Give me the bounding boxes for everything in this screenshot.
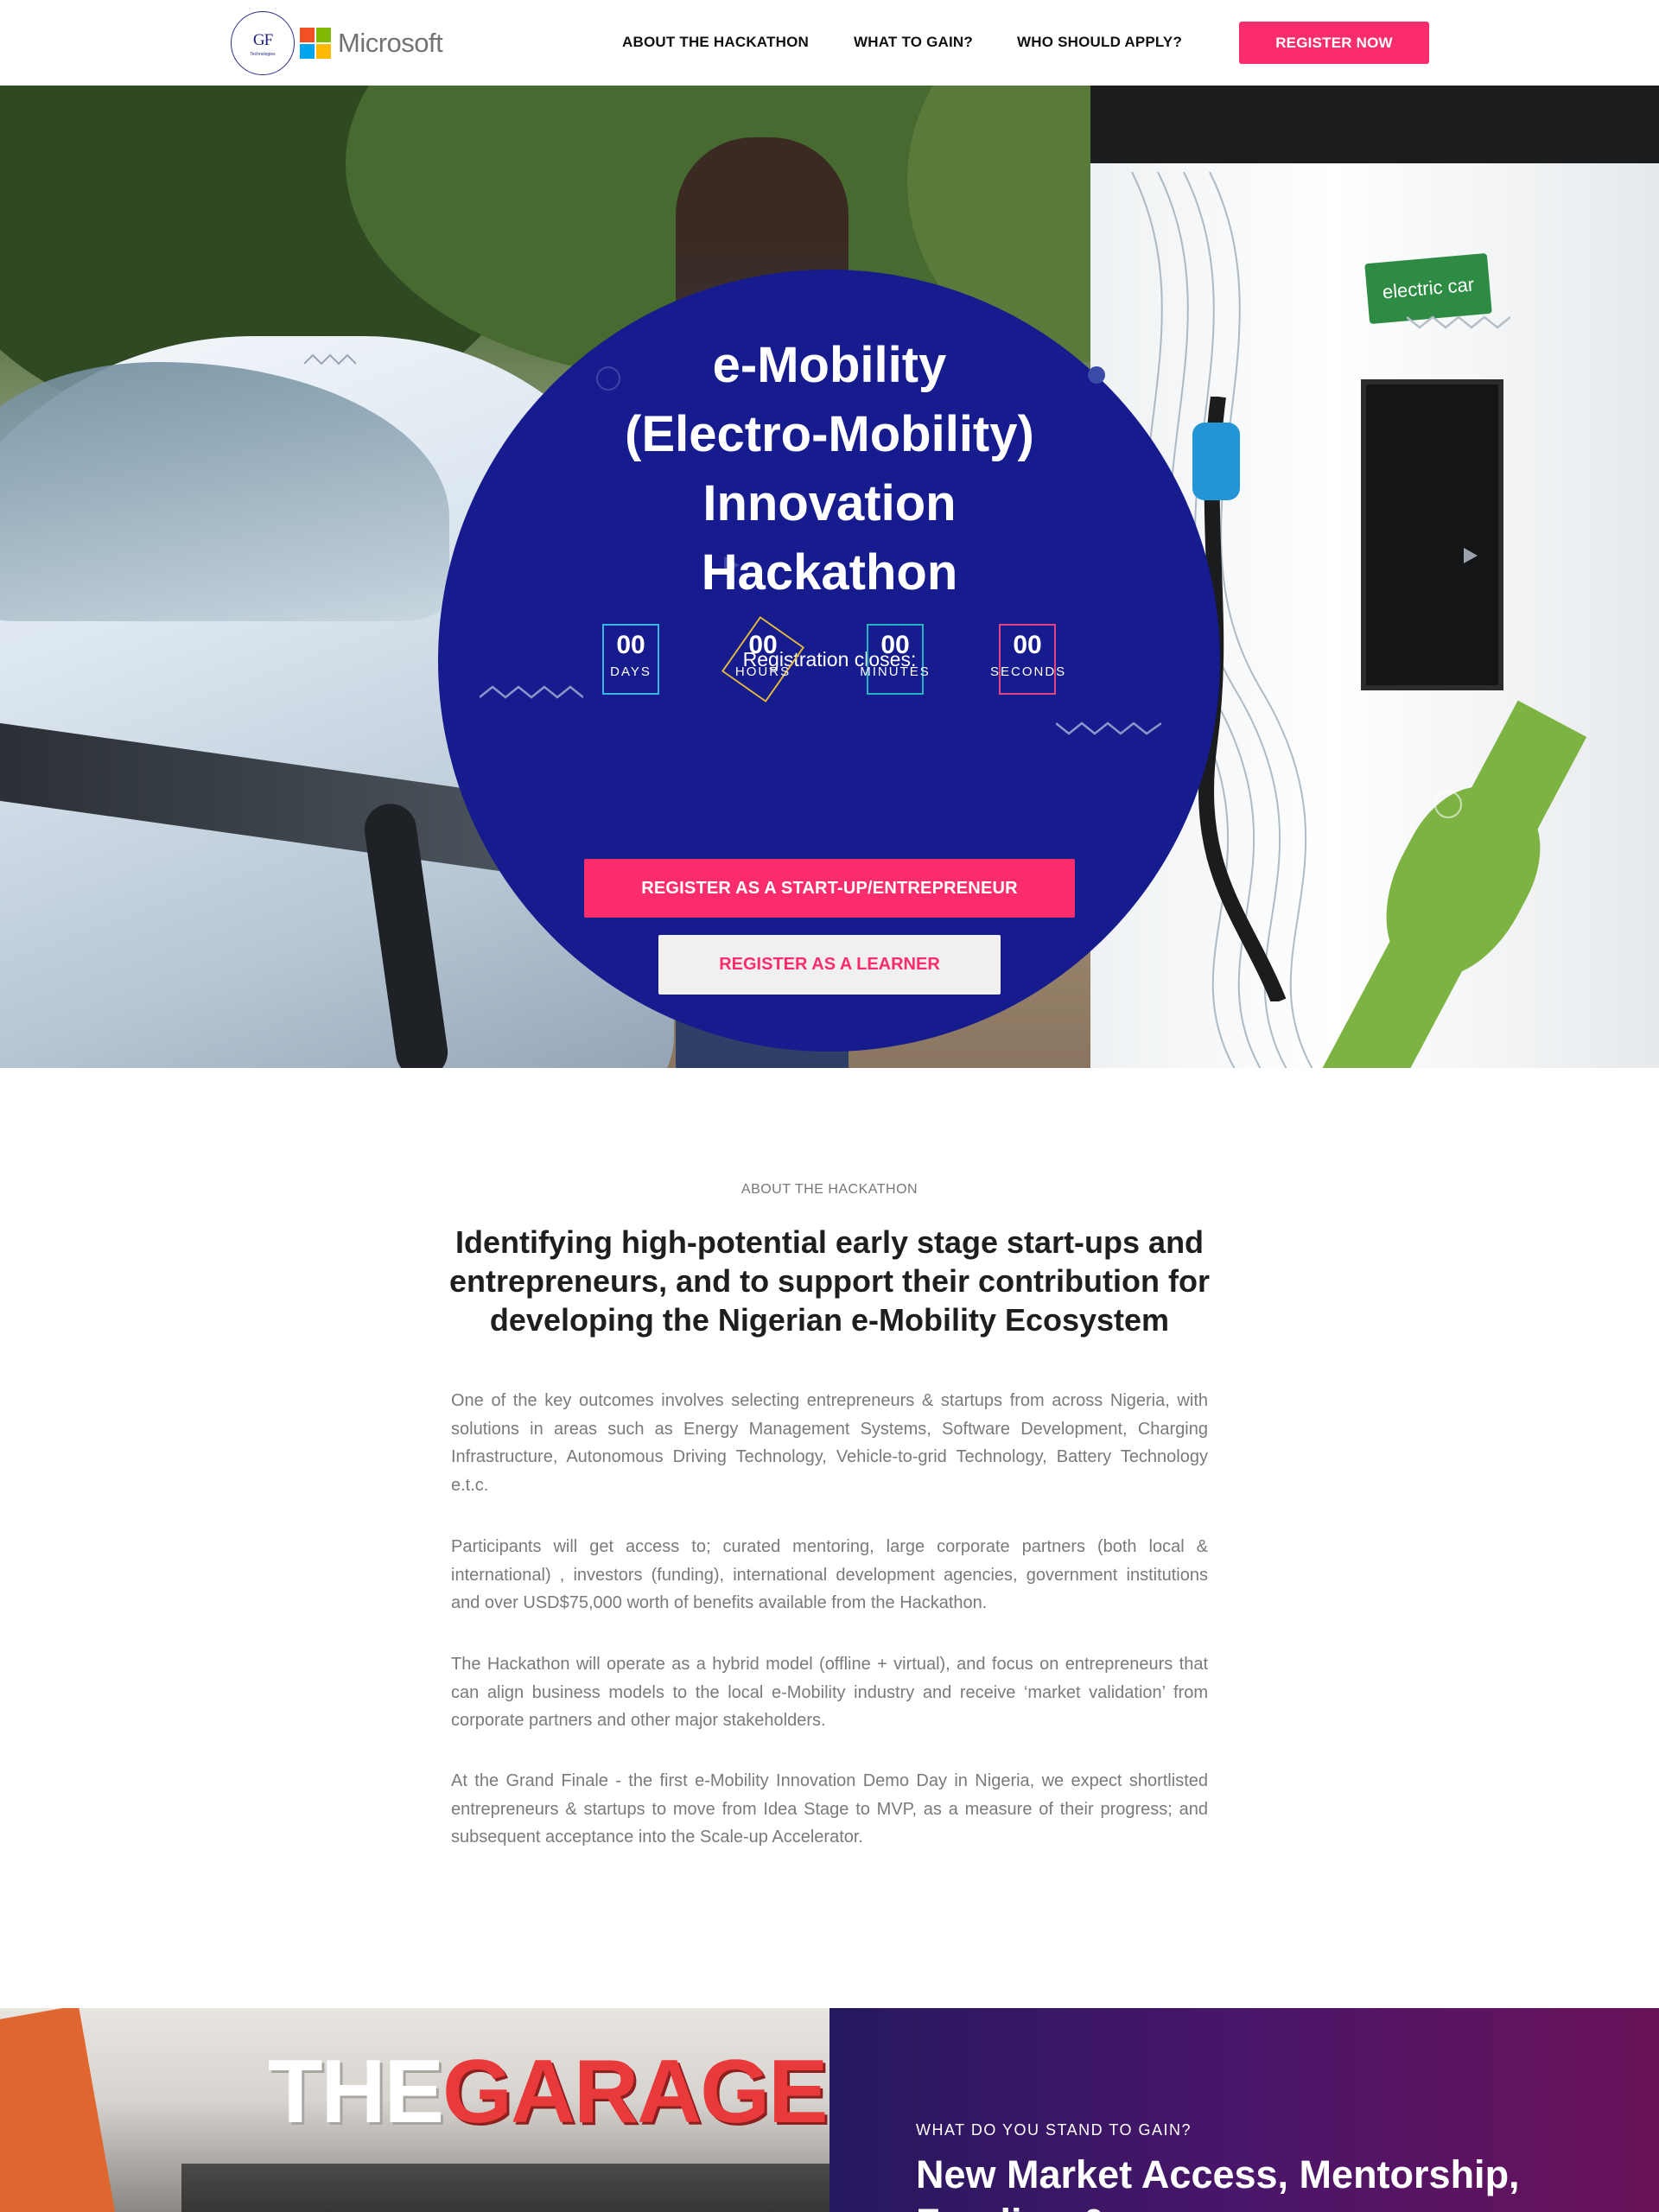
nav-about-the-hackathon[interactable]: ABOUT THE HACKATHON (622, 34, 809, 51)
charger-screen (1361, 379, 1503, 690)
countdown-hours-value: 00 (748, 631, 778, 659)
about-paragraph: Participants will get access to; curated… (451, 1537, 1208, 1612)
countdown-minutes: 00 MINUTES (860, 624, 929, 695)
countdown-days: 00 DAYS (602, 624, 659, 695)
zigzag-decoration (304, 353, 356, 365)
hero-section: electric car e-Mobility (Electro-Mobilit… (0, 86, 1659, 1068)
about-paragraph: The Hackathon will operate as a hybrid m… (451, 1655, 1208, 1730)
register-now-button[interactable]: REGISTER NOW (1239, 22, 1429, 64)
hero-title-line: e-Mobility (712, 337, 947, 393)
zigzag-decoration (480, 685, 583, 699)
sign-the: THE (268, 2042, 444, 2142)
hero-title-line: Innovation (702, 475, 957, 531)
gain-heading: New Market Access, Mentorship, Funding & (916, 2152, 1520, 2212)
register-startup-label: REGISTER AS A START-UP/ENTREPRENEUR (641, 879, 1018, 898)
gf-technologies-logo[interactable]: GF Technologies (231, 11, 295, 75)
garage-entrance (181, 2164, 830, 2212)
register-learner-button[interactable]: REGISTER AS A LEARNER (658, 935, 1001, 995)
about-eyebrow: ABOUT THE HACKATHON (741, 1182, 918, 1197)
countdown-hours: 00 HOURS (721, 616, 805, 702)
register-learner-label: REGISTER AS A LEARNER (719, 955, 940, 974)
background-charger-top (1090, 86, 1659, 163)
hero-title-line: (Electro-Mobility) (625, 406, 1034, 462)
countdown-minutes-value: 00 (880, 631, 910, 659)
countdown-minutes-label: MINUTES (860, 664, 931, 679)
about-paragraph: One of the key outcomes involves selecti… (451, 1391, 1208, 1495)
microsoft-wordmark: Microsoft (338, 28, 443, 58)
sign-garage: GARAGE (442, 2042, 828, 2142)
about-paragraph: At the Grand Finale - the first e-Mobili… (451, 1771, 1208, 1847)
nav-what-to-gain[interactable]: WHAT TO GAIN? (854, 34, 973, 51)
countdown-hours-label: HOURS (734, 664, 791, 679)
countdown-days-label: DAYS (610, 664, 652, 679)
microsoft-logo[interactable]: Microsoft (300, 26, 443, 60)
garage-photo: THEGARAGE (0, 2008, 830, 2212)
registration-closes-label: Registration closes: (742, 648, 917, 671)
countdown-days-value: 00 (616, 631, 645, 659)
about-heading: Identifying high-potential early stage s… (448, 1224, 1210, 1338)
triangle-decoration (1464, 548, 1478, 563)
microsoft-grid-icon (300, 28, 331, 59)
the-garage-sign: THEGARAGE (268, 2047, 828, 2137)
ring-decoration (1434, 791, 1462, 818)
hero-title: e-Mobility (Electro-Mobility) Innovation… (518, 331, 1141, 607)
nav-who-should-apply[interactable]: WHO SHOULD APPLY? (1017, 34, 1182, 51)
countdown-seconds-value: 00 (1013, 631, 1042, 659)
countdown-seconds-label: SECONDS (990, 664, 1067, 679)
zigzag-decoration (1056, 721, 1161, 735)
gf-logo-text: GF (252, 31, 273, 49)
site-header: GF Technologies Microsoft ABOUT THE HACK… (0, 0, 1659, 86)
hero-title-line: Hackathon (701, 544, 958, 601)
register-now-label: REGISTER NOW (1275, 35, 1393, 51)
register-startup-button[interactable]: REGISTER AS A START-UP/ENTREPRENEUR (584, 859, 1075, 918)
gain-eyebrow: WHAT DO YOU STAND TO GAIN? (916, 2121, 1192, 2139)
gf-logo-subtext: Technologies (250, 52, 276, 57)
countdown-seconds: 00 SECONDS (990, 624, 1065, 695)
zigzag-decoration (1407, 315, 1510, 329)
